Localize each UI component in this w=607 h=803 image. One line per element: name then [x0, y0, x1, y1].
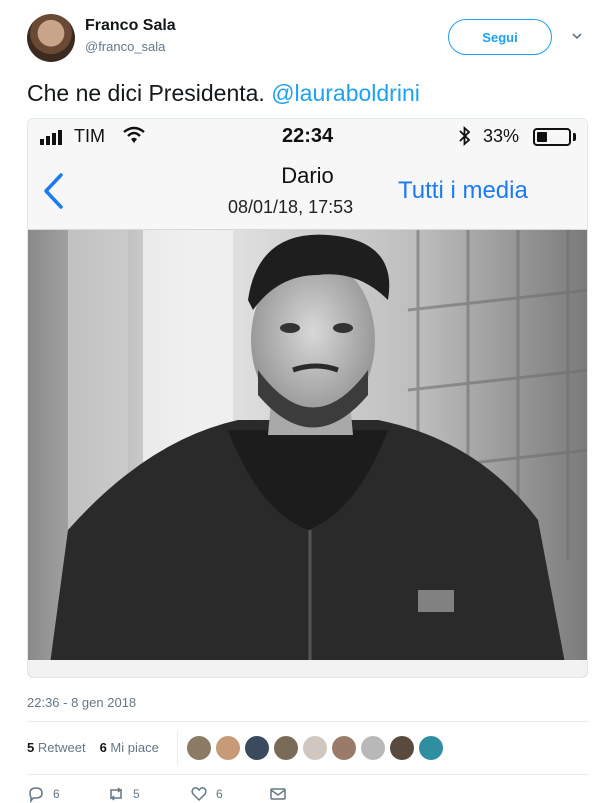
battery-fill [537, 132, 547, 142]
likers-avatars [187, 736, 443, 760]
reply-icon [29, 787, 43, 803]
battery-tip [573, 133, 576, 141]
message-button[interactable] [269, 785, 287, 803]
tweet-body: Che ne dici Presidenta. [27, 80, 272, 106]
all-media-link[interactable]: Tutti i media [398, 177, 528, 205]
heart-icon [191, 787, 207, 802]
battery-percent: 33% [483, 126, 520, 146]
follow-button[interactable]: Segui [448, 19, 552, 55]
divider-bottom [27, 774, 588, 775]
contact-date: 08/01/18, 17:53 [228, 197, 354, 217]
reply-button[interactable]: 6 [27, 785, 60, 803]
retweet-stat-count: 5 [27, 740, 35, 755]
tweet-timestamp[interactable]: 22:36 - 8 gen 2018 [27, 695, 136, 710]
like-stat[interactable]: 6 Mi piace [100, 740, 159, 755]
bluetooth-icon [459, 126, 471, 146]
signal-icon [40, 130, 62, 145]
like-button[interactable]: 6 [190, 785, 223, 803]
carrier-name: TIM [74, 126, 105, 146]
wifi-icon [123, 126, 145, 143]
stats-separator [177, 731, 178, 765]
liker-avatar[interactable] [245, 736, 269, 760]
retweet-stat[interactable]: 5 Retweet [27, 740, 86, 755]
liker-avatar[interactable] [303, 736, 327, 760]
like-stat-label: Mi piace [110, 740, 159, 755]
retweet-icon [110, 787, 122, 801]
retweet-stat-label: Retweet [37, 740, 86, 755]
retweet-count: 5 [133, 787, 140, 801]
liker-avatar[interactable] [187, 736, 211, 760]
liker-avatar[interactable] [419, 736, 443, 760]
liker-avatar[interactable] [332, 736, 356, 760]
tweet-text: Che ne dici Presidenta. @lauraboldrini [27, 80, 420, 107]
liker-avatar[interactable] [390, 736, 414, 760]
tweet-header: Franco Sala @franco_sala Segui [0, 0, 607, 70]
phone-clock: 22:34 [282, 125, 334, 147]
tweet-actions: 6 5 6 [27, 785, 347, 803]
retweet-button[interactable]: 5 [107, 785, 140, 803]
tweet-stats: 5 Retweet 6 Mi piace [27, 740, 159, 755]
like-stat-count: 6 [99, 740, 107, 755]
envelope-icon [270, 788, 286, 800]
phone-status-bar: TIM 22:34 33% [28, 119, 587, 155]
author-name[interactable]: Franco Sala [85, 17, 176, 35]
liker-avatar[interactable] [216, 736, 240, 760]
tweet-media[interactable]: TIM 22:34 33% Dario 08/01/18, 17:53 Tutt… [27, 118, 588, 678]
reply-count: 6 [53, 787, 60, 801]
phone-nav-bar: Dario 08/01/18, 17:53 Tutti i media [28, 155, 587, 230]
mention-link[interactable]: @lauraboldrini [271, 80, 420, 106]
like-count: 6 [216, 787, 223, 801]
divider-top [27, 721, 588, 722]
liker-avatar[interactable] [361, 736, 385, 760]
liker-avatar[interactable] [274, 736, 298, 760]
portrait-illustration [28, 230, 587, 677]
battery-icon [533, 128, 571, 146]
photo-image [28, 230, 587, 677]
chevron-down-icon[interactable] [571, 30, 583, 42]
author-avatar[interactable] [27, 14, 75, 62]
author-handle[interactable]: @franco_sala [85, 39, 165, 54]
